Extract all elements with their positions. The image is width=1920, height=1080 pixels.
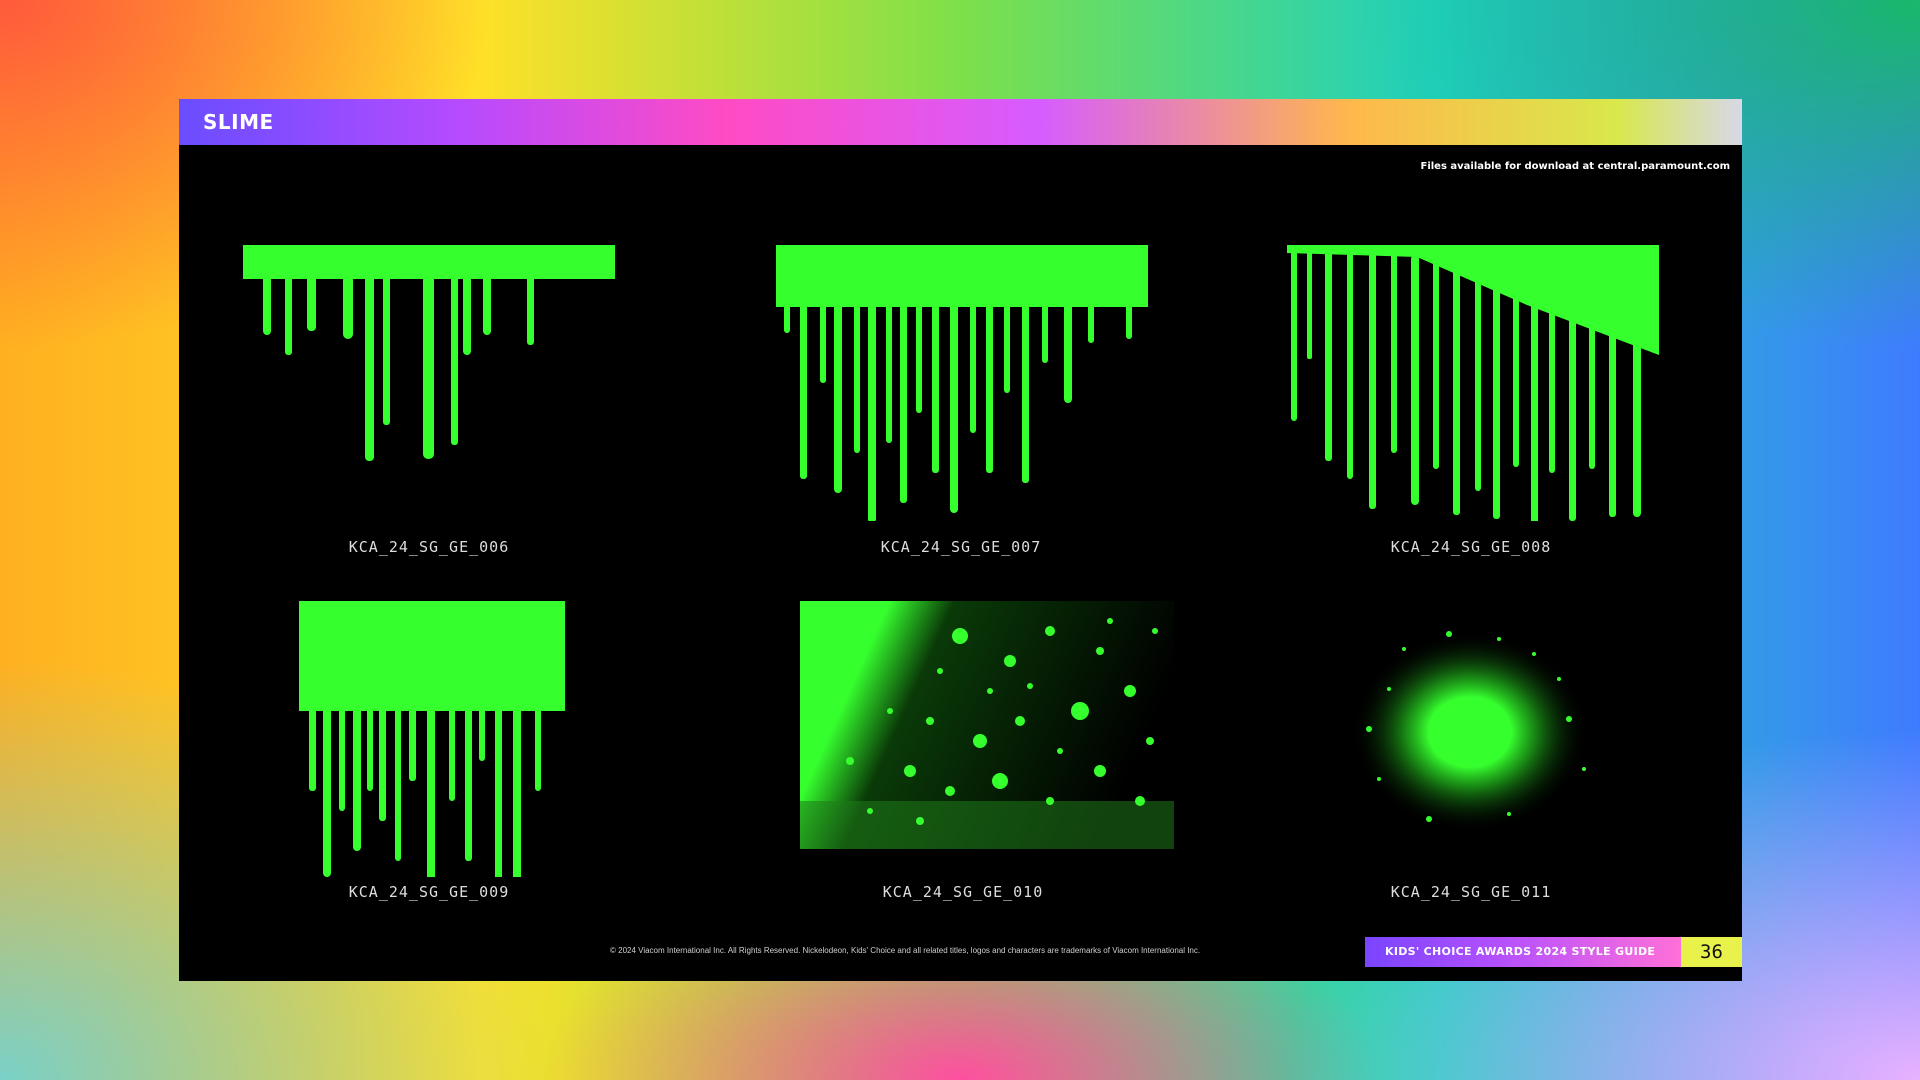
- asset-label: KCA_24_SG_GE_006: [348, 538, 510, 556]
- slime-drip-asset-009: [299, 601, 565, 877]
- slime-drip-asset-007: [776, 245, 1148, 521]
- slime-drip-asset-006: [243, 245, 615, 465]
- asset-label: KCA_24_SG_GE_008: [1390, 538, 1552, 556]
- download-note: Files available for download at central.…: [1420, 161, 1730, 172]
- slime-drip-asset-008: [1287, 245, 1659, 521]
- copyright-notice: © 2024 Viacom International Inc. All Rig…: [610, 946, 1201, 955]
- asset-label: KCA_24_SG_GE_007: [880, 538, 1042, 556]
- style-guide-slide: SLIME Files available for download at ce…: [179, 99, 1742, 981]
- style-guide-badge: KIDS' CHOICE AWARDS 2024 STYLE GUIDE: [1365, 937, 1681, 967]
- page-number: 36: [1681, 937, 1742, 967]
- asset-label: KCA_24_SG_GE_009: [348, 883, 510, 901]
- section-header-bar: SLIME: [179, 99, 1742, 145]
- slime-burst-asset-011: [1329, 609, 1611, 855]
- slime-splatter-asset-010: [800, 601, 1174, 849]
- section-title: SLIME: [203, 110, 274, 134]
- asset-label: KCA_24_SG_GE_010: [882, 883, 1044, 901]
- style-guide-title: KIDS' CHOICE AWARDS 2024 STYLE GUIDE: [1385, 945, 1656, 958]
- asset-label: KCA_24_SG_GE_011: [1390, 883, 1552, 901]
